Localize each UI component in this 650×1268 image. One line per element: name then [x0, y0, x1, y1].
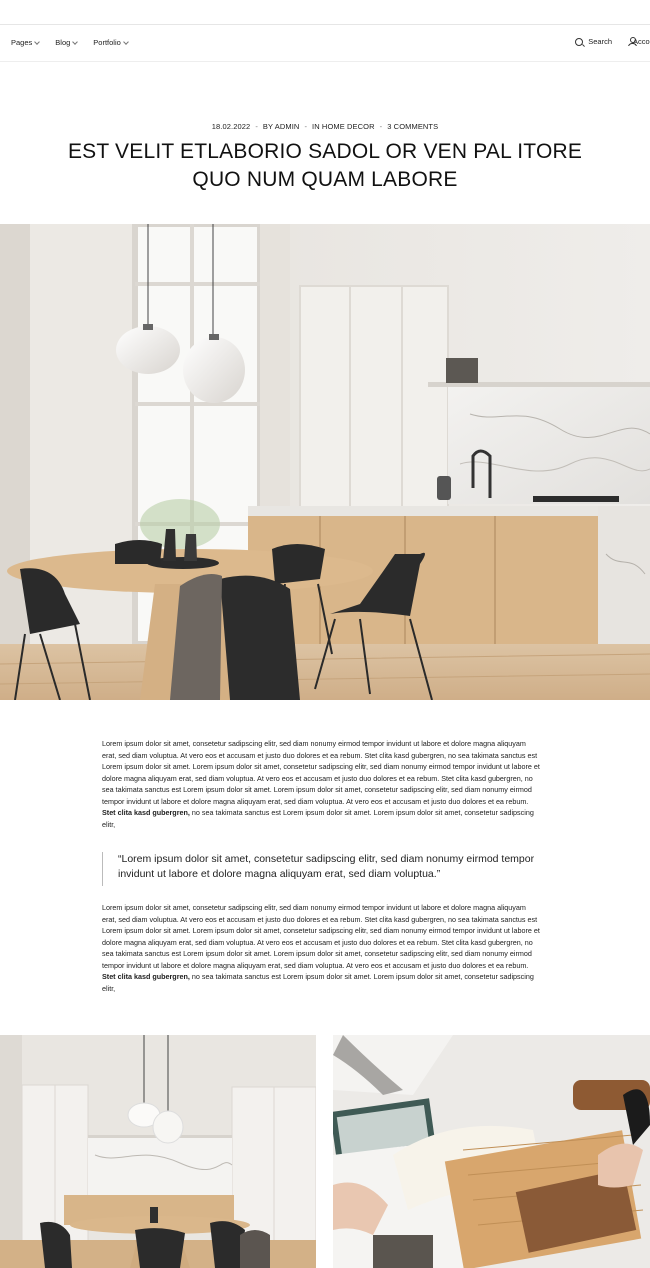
nav-item-blog[interactable]: Blog: [55, 38, 79, 47]
post-title: EST VELIT ETLABORIO SADOL OR VEN PAL ITO…: [67, 140, 583, 191]
post-meta: 18.02.2022- BY ADMIN - IN HOME DECOR -3 COMM…: [211, 122, 439, 131]
chevron-down-icon: [34, 38, 41, 45]
paragraph-bold-text: Stet clita kasd gubergren,: [102, 972, 190, 981]
paragraph-text: Lorem ipsum dolor sit amet, consetetur s…: [102, 903, 540, 970]
chevron-down-icon: [122, 38, 129, 45]
post-date: 18.02.2022: [211, 122, 251, 131]
search-label: Search: [588, 37, 612, 46]
nav-item-label: Pages: [11, 38, 33, 47]
main-navigation: Pages Blog Portfolio Search Account: [0, 25, 650, 62]
body-paragraph: Lorem ipsum dolor sit amet, consetetur s…: [102, 902, 542, 994]
nav-item-label: Blog: [55, 38, 71, 47]
hero-image: [0, 224, 650, 700]
gallery-image-kitchen: [0, 1035, 316, 1268]
nav-actions: Search Account: [575, 37, 650, 46]
gallery-image-materials: [333, 1035, 650, 1268]
post-category[interactable]: IN HOME DECOR: [312, 122, 375, 131]
nav-item-portfolio[interactable]: Portfolio: [93, 38, 129, 47]
body-paragraph: Lorem ipsum dolor sit amet, consetetur s…: [102, 738, 542, 830]
nav-item-pages[interactable]: Pages: [11, 38, 41, 47]
chevron-down-icon: [72, 38, 79, 45]
pull-quote: “Lorem ipsum dolor sit amet, consetetur …: [102, 852, 542, 886]
search-button[interactable]: Search: [575, 37, 612, 46]
paragraph-bold-text: Stet clita kasd gubergren,: [102, 808, 190, 817]
search-icon: [575, 37, 584, 46]
post-comments[interactable]: 3 COMMENTS: [387, 122, 438, 131]
nav-item-label: Portfolio: [93, 38, 121, 47]
account-button[interactable]: Account: [628, 37, 650, 46]
nav-menu: Pages Blog Portfolio: [11, 38, 144, 47]
post-author[interactable]: BY ADMIN: [263, 122, 300, 131]
paragraph-text: Lorem ipsum dolor sit amet, consetetur s…: [102, 739, 540, 806]
